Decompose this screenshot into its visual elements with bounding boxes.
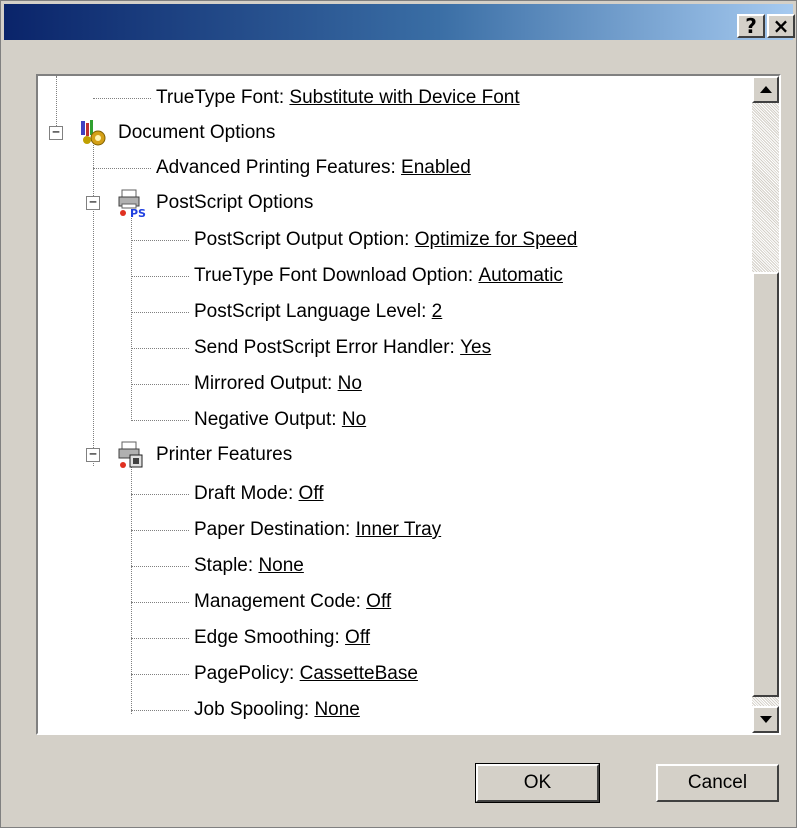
tree-item-document-options[interactable]: Document Options: [118, 116, 275, 150]
svg-text:PS: PS: [130, 207, 146, 218]
tree-item-draft-mode[interactable]: Draft Mode: Off: [194, 477, 324, 511]
cancel-button[interactable]: Cancel: [656, 764, 779, 802]
tree-guide-line: [131, 466, 132, 714]
tree-connector: [93, 168, 151, 169]
ok-button[interactable]: OK: [475, 763, 600, 803]
tree-connector: [131, 602, 189, 603]
tree-item-label: TrueType Font:: [156, 87, 285, 108]
arrow-down-icon: [759, 715, 772, 723]
tree-item-value[interactable]: Off: [299, 483, 324, 505]
tree-item-label: Paper Destination:: [194, 519, 351, 540]
tree-item-label: Edge Smoothing:: [194, 627, 340, 648]
tree-item-label: Mirrored Output:: [194, 373, 333, 394]
tree-item-value[interactable]: CassetteBase: [300, 663, 418, 685]
collapse-toggle[interactable]: −: [86, 196, 100, 210]
tree-item-label: Management Code:: [194, 591, 361, 612]
tree-item-value[interactable]: Inner Tray: [356, 519, 442, 541]
tree-item-truetype-font[interactable]: TrueType Font: Substitute with Device Fo…: [156, 81, 520, 115]
tree-item-value[interactable]: 2: [432, 301, 443, 323]
tree-connector: [131, 384, 189, 385]
tree-connector: [131, 420, 189, 421]
tree-item-paper-destination[interactable]: Paper Destination: Inner Tray: [194, 513, 441, 547]
scroll-up-button[interactable]: [752, 76, 779, 103]
tree-connector: [131, 566, 189, 567]
help-button[interactable]: ?: [737, 14, 765, 38]
tree-item-value[interactable]: Substitute with Device Font: [289, 87, 519, 109]
tree-connector: [131, 674, 189, 675]
tree-item-send-postscript-error-handler[interactable]: Send PostScript Error Handler: Yes: [194, 331, 491, 365]
tree-connector: [131, 530, 189, 531]
tree-connector: [131, 494, 189, 495]
tree-item-value[interactable]: Automatic: [478, 265, 562, 287]
tree-item-management-code[interactable]: Management Code: Off: [194, 585, 391, 619]
tree-item-edge-smoothing[interactable]: Edge Smoothing: Off: [194, 621, 370, 655]
tree-item-label: PagePolicy:: [194, 663, 295, 684]
tree-item-label: Printer Features: [156, 444, 293, 465]
close-button[interactable]: ×: [767, 14, 795, 38]
tree-item-label: Send PostScript Error Handler:: [194, 337, 455, 358]
scroll-down-button[interactable]: [752, 706, 779, 733]
tree-item-label: Negative Output:: [194, 409, 337, 430]
tree-item-postscript-output-option[interactable]: PostScript Output Option: Optimize for S…: [194, 223, 577, 257]
printer-features-icon: [116, 440, 146, 470]
tree-item-mirrored-output[interactable]: Mirrored Output: No: [194, 367, 362, 401]
tree-guide-line: [131, 216, 132, 421]
postscript-printer-icon: PS: [116, 188, 146, 220]
tree-item-job-spooling[interactable]: Job Spooling: None: [194, 693, 360, 727]
tree-item-label: Draft Mode:: [194, 483, 294, 504]
vertical-scrollbar[interactable]: [752, 76, 779, 733]
tree-item-value[interactable]: None: [258, 555, 303, 577]
tree-item-value[interactable]: Off: [366, 591, 391, 613]
tree-guide-line: [93, 136, 94, 466]
tree-item-label: Staple:: [194, 555, 254, 576]
tree-connector: [131, 638, 189, 639]
tree-connector: [131, 348, 189, 349]
tree-connector: [131, 240, 189, 241]
tree-item-label: TrueType Font Download Option:: [194, 265, 474, 286]
document-options-icon: [78, 118, 108, 148]
tree-item-negative-output[interactable]: Negative Output: No: [194, 403, 366, 437]
tree-item-value[interactable]: Optimize for Speed: [415, 229, 578, 251]
tree-connector: [131, 312, 189, 313]
tree-item-staple[interactable]: Staple: None: [194, 549, 304, 583]
tree-connector: [131, 276, 189, 277]
dialog-window: ? × TrueType Font: Substitute with Devic…: [0, 0, 797, 828]
tree-item-value[interactable]: No: [338, 373, 362, 395]
tree-item-postscript-options[interactable]: PostScript Options: [156, 186, 313, 220]
tree-item-value[interactable]: Enabled: [401, 157, 471, 179]
options-tree[interactable]: TrueType Font: Substitute with Device Fo…: [36, 74, 781, 735]
tree-item-printer-features[interactable]: Printer Features: [156, 438, 292, 472]
tree-item-label: PostScript Options: [156, 192, 314, 213]
tree-item-value[interactable]: No: [342, 409, 366, 431]
title-bar[interactable]: ? ×: [4, 4, 795, 40]
tree-item-label: PostScript Output Option:: [194, 229, 410, 250]
tree-item-label: Job Spooling:: [194, 699, 310, 720]
tree-item-value[interactable]: Off: [345, 627, 370, 649]
tree-item-value[interactable]: Yes: [460, 337, 491, 359]
tree-connector: [131, 710, 189, 711]
collapse-toggle[interactable]: −: [86, 448, 100, 462]
tree-item-label: PostScript Language Level:: [194, 301, 427, 322]
tree-item-truetype-download-option[interactable]: TrueType Font Download Option: Automatic: [194, 259, 563, 293]
tree-item-label: Advanced Printing Features:: [156, 157, 396, 178]
collapse-toggle[interactable]: −: [49, 126, 63, 140]
arrow-up-icon: [759, 85, 772, 93]
tree-item-advanced-printing[interactable]: Advanced Printing Features: Enabled: [156, 151, 471, 185]
tree-item-value[interactable]: None: [314, 699, 359, 721]
scroll-thumb[interactable]: [752, 272, 779, 697]
tree-content: TrueType Font: Substitute with Device Fo…: [38, 76, 752, 733]
tree-item-postscript-language-level[interactable]: PostScript Language Level: 2: [194, 295, 442, 329]
tree-item-pagepolicy[interactable]: PagePolicy: CassetteBase: [194, 657, 418, 691]
tree-item-label: Document Options: [118, 122, 276, 143]
tree-connector: [93, 98, 151, 99]
